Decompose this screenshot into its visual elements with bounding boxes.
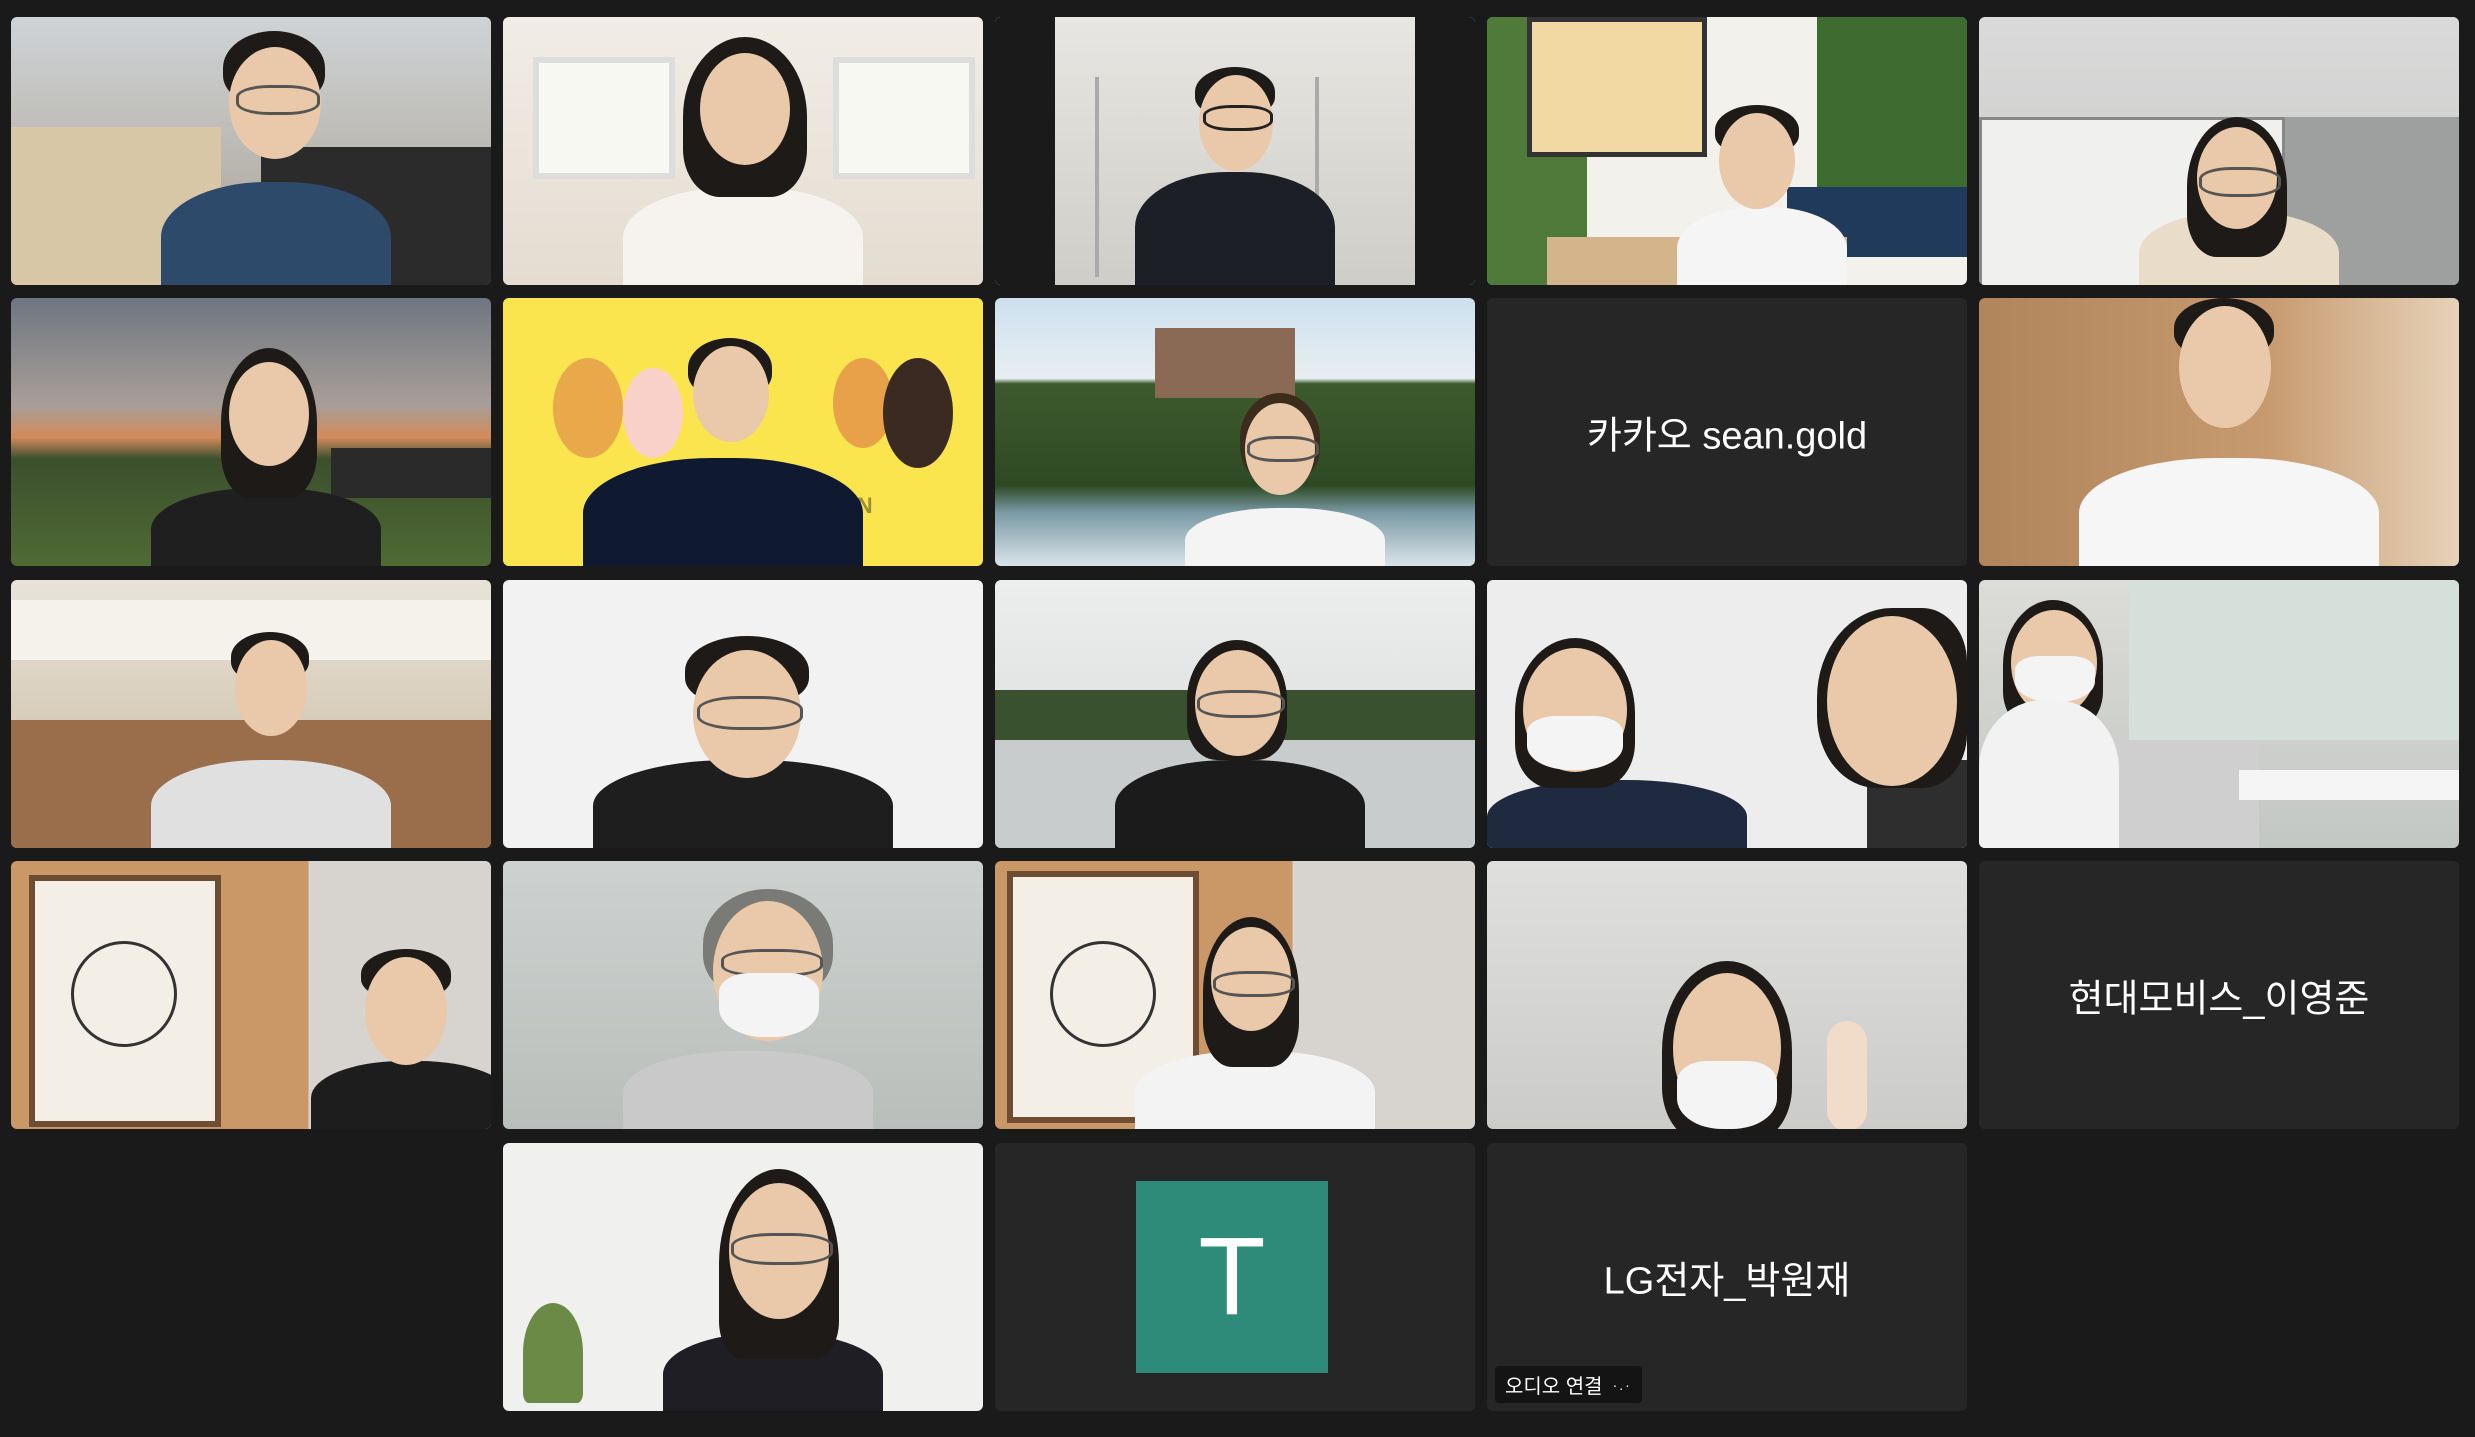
participant-video: [503, 17, 983, 285]
participant-tile-p9[interactable]: 카카오 sean.gold: [1487, 298, 1967, 566]
participant-name: LG전자_박원재: [1603, 1260, 1851, 1303]
participant-avatar: T: [1136, 1181, 1328, 1373]
participant-video: [1979, 17, 2459, 285]
participant-tile-p21[interactable]: [503, 1143, 983, 1411]
participant-video: [1487, 580, 1967, 848]
connecting-dots-icon: ·.·: [1612, 1376, 1632, 1393]
participant-tile-p19[interactable]: [1487, 861, 1967, 1129]
participant-video: [1487, 861, 1967, 1129]
participant-video: [995, 580, 1475, 848]
participant-tile-p8[interactable]: [995, 298, 1475, 566]
audio-status-text: 오디오 연결: [1505, 1376, 1603, 1398]
participant-video: [995, 298, 1475, 566]
participant-tile-p10[interactable]: [1979, 298, 2459, 566]
participant-tile-p1[interactable]: [11, 17, 491, 285]
participant-tile-p13[interactable]: [995, 580, 1475, 848]
participant-tile-p7[interactable]: CHAIN: [503, 298, 983, 566]
participant-name: 현대모비스_이영준: [2068, 978, 2370, 1021]
participant-video: [503, 1143, 983, 1411]
participant-tile-p12[interactable]: [503, 580, 983, 848]
participant-tile-p4[interactable]: [1487, 17, 1967, 285]
participant-video: [11, 298, 491, 566]
audio-status-badge: 오디오 연결 ·.·: [1495, 1366, 1642, 1403]
participant-tile-p5[interactable]: [1979, 17, 2459, 285]
participant-tile-p6[interactable]: [11, 298, 491, 566]
participant-tile-p22[interactable]: T: [995, 1143, 1475, 1411]
participant-tile-p17[interactable]: [503, 861, 983, 1129]
participant-video: [503, 861, 983, 1129]
participant-tile-p20[interactable]: 현대모비스_이영준: [1979, 861, 2459, 1129]
participant-tile-p16[interactable]: [11, 861, 491, 1129]
participant-video: [11, 861, 491, 1129]
participant-video: [995, 17, 1475, 285]
participant-tile-p14[interactable]: [1487, 580, 1967, 848]
participant-video: [11, 580, 491, 848]
participant-video: CHAIN: [503, 298, 983, 566]
participant-tile-p3[interactable]: [995, 17, 1475, 285]
participant-tile-p2[interactable]: [503, 17, 983, 285]
participant-video: [503, 580, 983, 848]
participant-video: [1487, 17, 1967, 285]
participant-tile-p11[interactable]: [11, 580, 491, 848]
participant-video: [1979, 580, 2459, 848]
participant-video: [11, 17, 491, 285]
participant-video: [995, 861, 1475, 1129]
participant-name: 카카오 sean.gold: [1586, 415, 1868, 458]
participant-tile-p18[interactable]: [995, 861, 1475, 1129]
video-gallery: CHAIN 카카오 sean.gold: [0, 0, 2475, 1437]
participant-video: [1979, 298, 2459, 566]
participant-tile-p23[interactable]: LG전자_박원재 오디오 연결 ·.·: [1487, 1143, 1967, 1411]
participant-tile-p15[interactable]: [1979, 580, 2459, 848]
